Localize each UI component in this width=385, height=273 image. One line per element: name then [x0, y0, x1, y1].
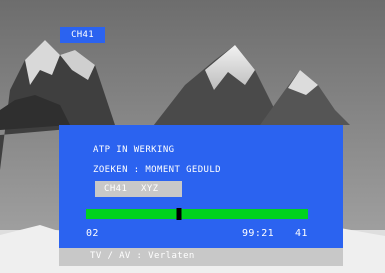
- progress-marker: [176, 208, 182, 220]
- status-line: ATP IN WERKING: [93, 145, 175, 155]
- exit-hint-text: TV / AV : Verlaten: [90, 251, 195, 261]
- current-channel-number: CH41: [104, 184, 128, 194]
- current-channel-name: XYZ: [141, 184, 159, 194]
- channel-badge: CH41: [60, 27, 105, 43]
- exit-hint-bar: TV / AV : Verlaten: [59, 248, 343, 266]
- progress-count-label: 41: [295, 228, 308, 239]
- progress-time-label: 99:21: [242, 228, 275, 239]
- tv-screen: CH41 ATP IN WERKING ZOEKEN : MOMENT GEDU…: [0, 0, 385, 273]
- current-channel-box: CH41 XYZ: [95, 181, 182, 197]
- search-status-line: ZOEKEN : MOMENT GEDULD: [93, 165, 222, 175]
- progress-start-label: 02: [86, 228, 99, 239]
- tuning-progress-bar: [86, 208, 308, 220]
- atp-osd-panel: ATP IN WERKING ZOEKEN : MOMENT GEDULD CH…: [59, 125, 343, 248]
